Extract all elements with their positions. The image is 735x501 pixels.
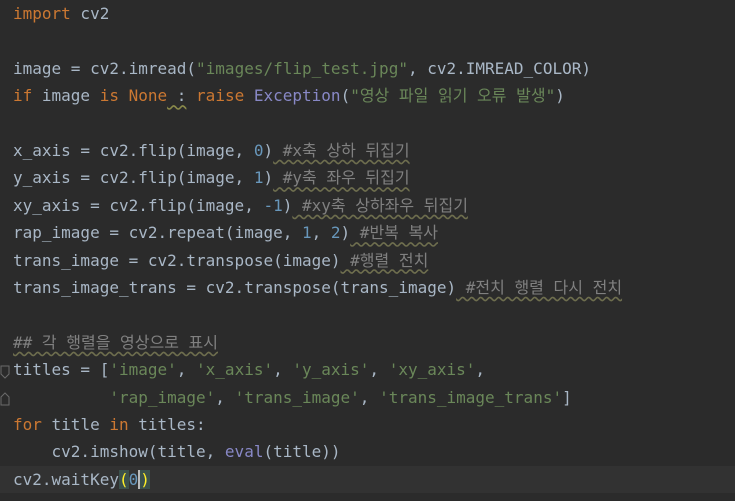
code-token: , <box>215 387 235 407</box>
code-comment: #x축 상하 뒤집기 <box>273 141 410 160</box>
code-comment: #행렬 전치 <box>340 250 429 270</box>
code-token: , <box>311 223 331 243</box>
code-token: -1 <box>263 195 283 215</box>
code-token: titles: <box>128 415 206 434</box>
code-line[interactable]: y_axis = cv2.flip(image, 1) #y축 좌우 뒤집기 <box>0 164 735 191</box>
code-line[interactable]: ## 각 행렬을 영상으로 표시 <box>0 329 735 356</box>
code-string: "영상 파일 읽기 오류 발생" <box>350 86 556 106</box>
code-line[interactable]: image = cv2.imread("images/flip_test.jpg… <box>0 55 735 82</box>
code-string: 'x_axis' <box>196 360 274 380</box>
code-token: for <box>13 415 42 434</box>
code-string: 'y_axis' <box>292 360 370 380</box>
code-token: , <box>273 360 293 380</box>
code-token: cv2.imshow(title, <box>13 442 225 462</box>
code-token: is <box>99 86 119 106</box>
code-token: ) <box>263 141 274 160</box>
code-comment: ## 각 행렬을 영상으로 표시 <box>13 332 218 352</box>
code-line[interactable]: 'rap_image', 'trans_image', 'trans_image… <box>0 384 735 411</box>
code-line[interactable]: for title in titles: <box>0 411 735 438</box>
code-line[interactable] <box>0 27 735 54</box>
code-string: "images/flip_test.jpg" <box>196 58 408 78</box>
code-token: ) <box>555 86 565 106</box>
code-line[interactable]: cv2.imshow(title, eval(title)) <box>0 438 735 465</box>
code-line[interactable]: cv2.waitKey(0) <box>0 465 735 493</box>
code-token: if <box>13 86 33 106</box>
code-token: (title)) <box>263 442 341 462</box>
code-comment: #전치 행렬 다시 전치 <box>456 278 623 297</box>
code-comment: #y축 좌우 뒤집기 <box>273 168 410 188</box>
code-line[interactable] <box>0 301 735 328</box>
code-token: None <box>128 86 168 106</box>
code-token: title <box>41 415 110 434</box>
code-token: image = cv2.imread( <box>13 58 197 78</box>
code-token: , <box>369 360 389 380</box>
code-token: : <box>167 86 187 106</box>
code-line[interactable] <box>0 110 735 137</box>
code-token: , <box>359 387 380 407</box>
code-token: , <box>176 360 197 380</box>
code-token: 0 <box>128 469 139 489</box>
code-token: trans_image_trans = cv2.transpose(trans_… <box>13 278 457 297</box>
code-line[interactable]: xy_axis = cv2.flip(image, -1) #xy축 상하좌우 … <box>0 192 735 219</box>
code-string: 'trans_image' <box>234 387 360 407</box>
code-token: 2 <box>330 223 341 243</box>
code-token: 1 <box>301 223 312 243</box>
code-line[interactable]: trans_image = cv2.transpose(image) #행렬 전… <box>0 247 735 274</box>
code-token: x_axis = cv2.flip(image, <box>13 141 254 160</box>
code-token: ) <box>263 168 274 188</box>
code-string: 'xy_axis' <box>388 360 476 380</box>
code-token: xy_axis = cv2.flip(image, <box>13 195 264 215</box>
code-string: 'trans_image_trans' <box>379 387 563 407</box>
code-line[interactable]: rap_image = cv2.repeat(image, 1, 2) #반복 … <box>0 219 735 246</box>
code-line[interactable]: titles = ['image', 'x_axis', 'y_axis', '… <box>0 356 735 383</box>
code-token: ( <box>340 86 351 106</box>
code-comment: #xy축 상하좌우 뒤집기 <box>292 195 468 215</box>
code-token: ( <box>118 469 129 489</box>
code-token: rap_image = cv2.repeat(image, <box>13 223 302 243</box>
code-token: ) <box>340 223 351 243</box>
code-token: ] <box>562 387 572 407</box>
code-token: image <box>32 86 100 106</box>
code-token: titles = [ <box>13 360 110 380</box>
code-token: trans_image = cv2.transpose(image) <box>13 250 341 270</box>
code-line[interactable]: x_axis = cv2.flip(image, 0) #x축 상하 뒤집기 <box>0 137 735 164</box>
code-string: 'image' <box>109 360 177 380</box>
code-token: import <box>13 4 71 23</box>
code-string: 'rap_image' <box>109 387 216 407</box>
code-token: in <box>109 415 129 434</box>
code-token: cv2.waitKey <box>13 469 119 489</box>
code-token: ) <box>140 469 150 489</box>
code-comment: #반복 복사 <box>350 223 438 243</box>
code-line[interactable]: import cv2 <box>0 0 735 27</box>
code-token: y_axis = cv2.flip(image, <box>13 168 254 188</box>
code-token: Exception <box>253 86 341 106</box>
code-line[interactable]: trans_image_trans = cv2.transpose(trans_… <box>0 274 735 301</box>
code-editor[interactable]: import cv2 image = cv2.imread("images/fli… <box>0 0 735 501</box>
code-token: raise <box>196 86 245 106</box>
code-line[interactable]: if image is None : raise Exception("영상 파… <box>0 82 735 109</box>
code-token: eval <box>224 442 264 462</box>
code-token: cv2 <box>70 4 110 23</box>
code-token: , <box>475 360 486 380</box>
code-token: ) <box>282 195 293 215</box>
code-token: , cv2.IMREAD_COLOR) <box>407 58 591 78</box>
